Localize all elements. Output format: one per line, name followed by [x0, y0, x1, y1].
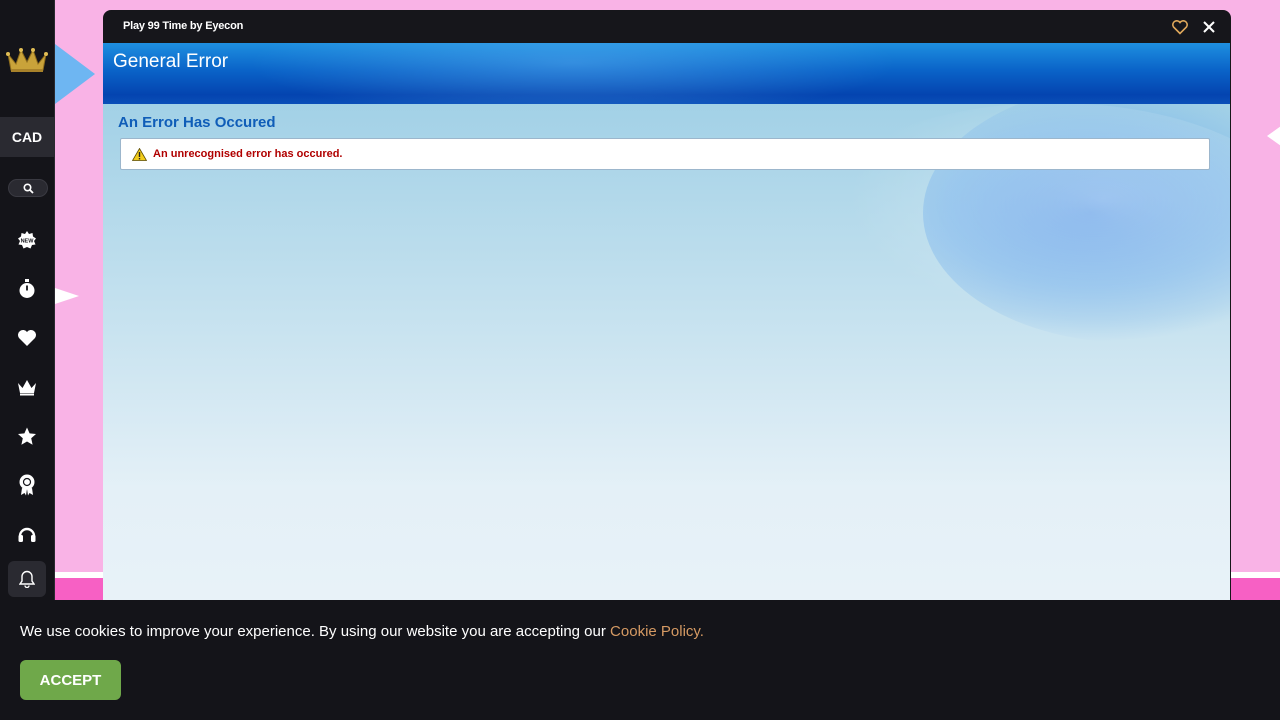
error-message-text: An unrecognised error has occured. [153, 148, 343, 160]
error-header-banner: General Error [103, 43, 1230, 104]
new-badge-icon[interactable]: NEW [15, 228, 39, 252]
award-ribbon-icon[interactable] [15, 473, 39, 497]
currency-label: CAD [11, 129, 43, 145]
sidebar: CAD NEW [0, 0, 55, 600]
heart-outline-icon [1172, 20, 1188, 35]
warning-icon [132, 147, 147, 161]
error-heading: An Error Has Occured [118, 114, 276, 131]
game-frame: General Error An Error Has Occured An un… [103, 43, 1230, 600]
currency-selector[interactable]: CAD [0, 117, 54, 157]
heart-icon[interactable] [15, 326, 39, 350]
close-button[interactable] [1200, 18, 1218, 36]
background-star-shape [55, 44, 95, 104]
crown-logo-icon[interactable] [6, 44, 48, 74]
accept-cookies-button[interactable]: ACCEPT [20, 660, 121, 700]
crown-icon[interactable] [15, 375, 39, 399]
background-triangle-shape [55, 288, 79, 304]
cookie-consent-text: We use cookies to improve your experienc… [20, 623, 704, 640]
svg-text:NEW: NEW [21, 239, 35, 245]
error-message-box: An unrecognised error has occured. [120, 138, 1210, 170]
game-window: Play 99 Time by Eyecon General Error An … [103, 10, 1231, 600]
cookie-message: We use cookies to improve your experienc… [20, 623, 611, 640]
close-icon [1203, 21, 1215, 33]
error-page-title: General Error [113, 51, 229, 72]
favorite-button[interactable] [1171, 18, 1189, 36]
background-triangle-shape [1267, 126, 1280, 146]
stopwatch-icon[interactable] [15, 277, 39, 301]
search-icon [22, 182, 34, 194]
header-glow [223, 43, 923, 104]
game-title: Play 99 Time by Eyecon [123, 20, 244, 32]
bell-icon [19, 570, 35, 588]
search-button[interactable] [8, 179, 48, 197]
cookie-consent-bar: We use cookies to improve your experienc… [0, 600, 1280, 720]
game-window-titlebar: Play 99 Time by Eyecon [103, 10, 1231, 43]
notifications-button[interactable] [8, 561, 46, 597]
cookie-policy-link[interactable]: Cookie Policy. [610, 623, 704, 640]
headset-icon[interactable] [15, 522, 39, 546]
star-icon[interactable] [15, 424, 39, 448]
